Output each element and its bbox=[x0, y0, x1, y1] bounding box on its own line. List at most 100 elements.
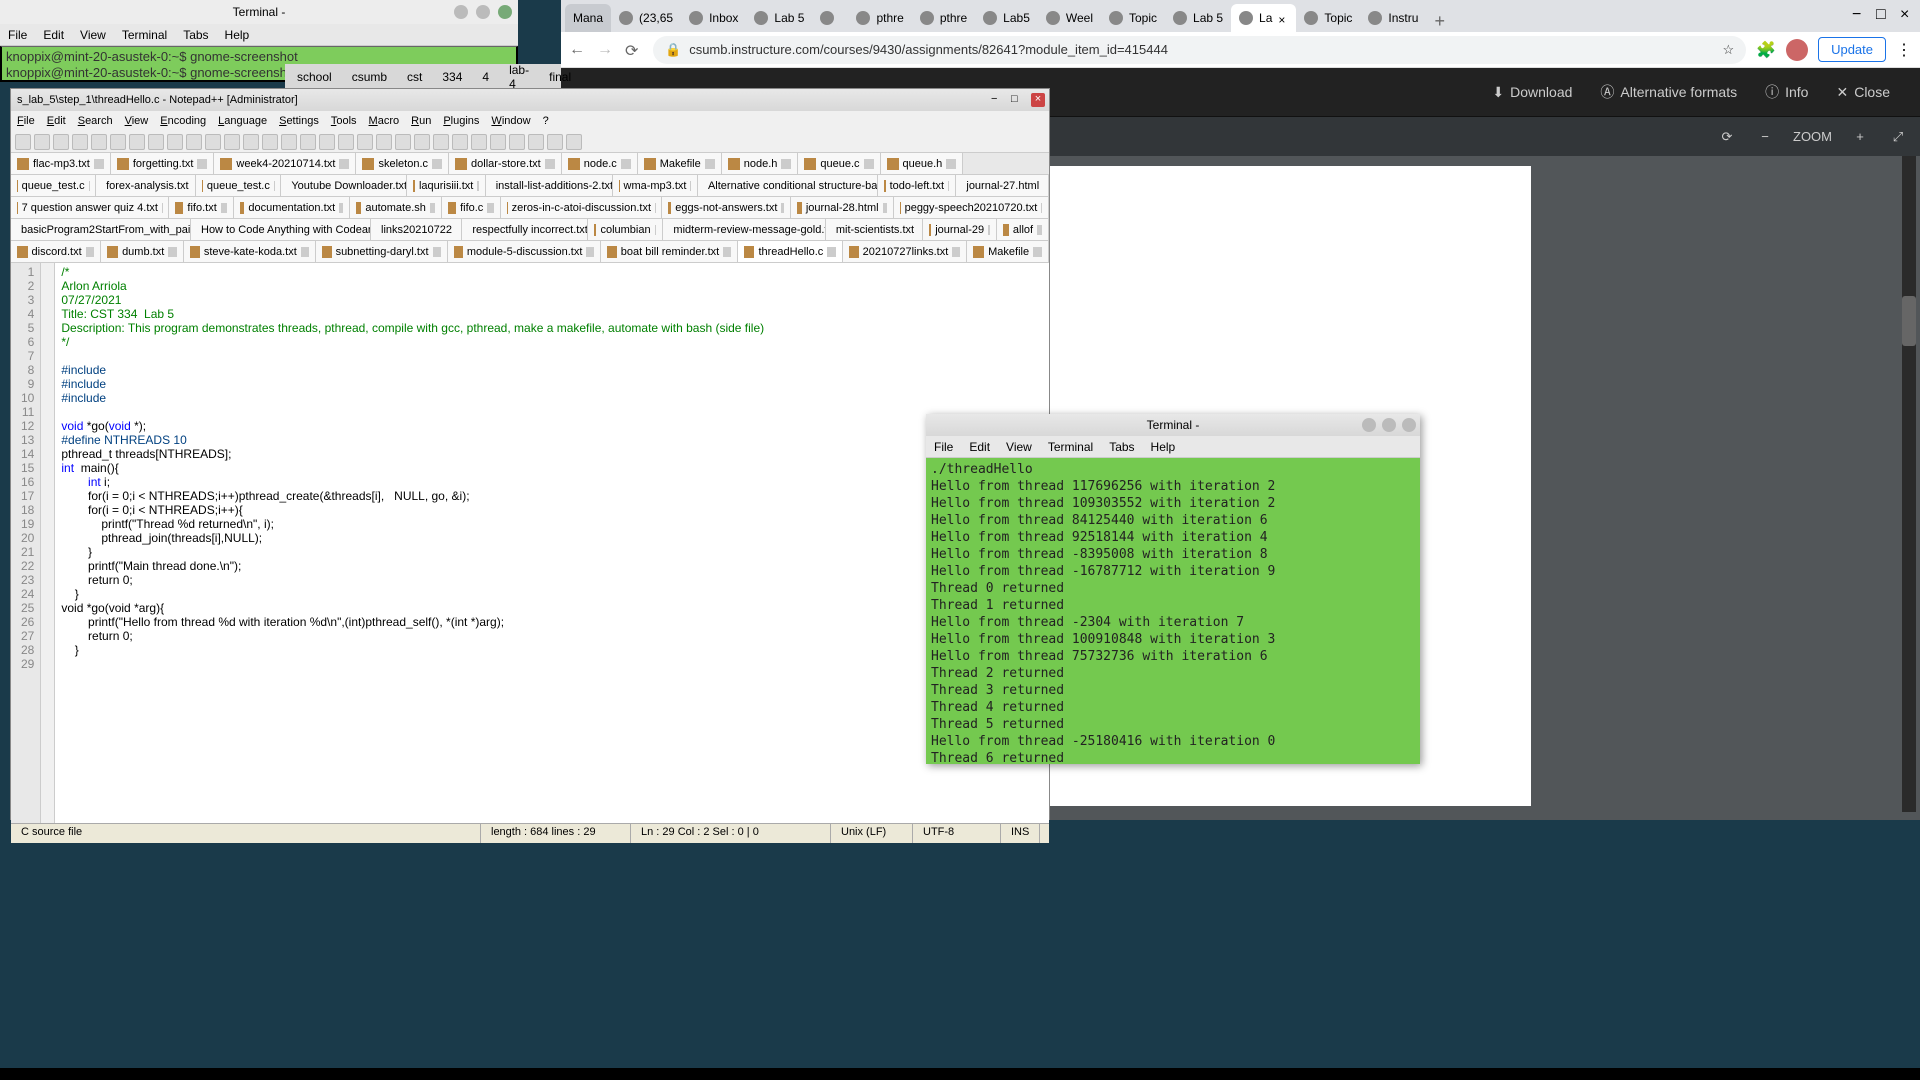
toolbar-icon[interactable] bbox=[395, 134, 411, 150]
menu-item[interactable]: File bbox=[934, 440, 953, 454]
tab-close-icon[interactable] bbox=[1037, 225, 1042, 235]
tab-close-icon[interactable] bbox=[827, 247, 836, 257]
toolbar-icon[interactable] bbox=[15, 134, 31, 150]
bookmark[interactable]: school bbox=[289, 68, 340, 86]
bookmark[interactable]: 4 bbox=[474, 68, 497, 86]
toolbar-icon[interactable] bbox=[186, 134, 202, 150]
manage-tab-stub[interactable]: Mana bbox=[565, 4, 611, 32]
browser-tab[interactable]: Instru bbox=[1360, 4, 1426, 32]
editor-tab[interactable]: dollar-store.txt bbox=[449, 153, 562, 174]
tab-close-icon[interactable] bbox=[477, 181, 478, 191]
editor-tab[interactable]: subnetting-daryl.txt bbox=[316, 241, 448, 262]
editor-tab[interactable]: queue.c bbox=[798, 153, 880, 174]
toolbar-icon[interactable] bbox=[433, 134, 449, 150]
toolbar-icon[interactable] bbox=[53, 134, 69, 150]
menu-item[interactable]: Macro bbox=[369, 115, 400, 127]
tab-close-icon[interactable]: × bbox=[1278, 13, 1288, 23]
menu-item[interactable]: Tools bbox=[331, 115, 357, 127]
browser-tab[interactable]: Inbox bbox=[681, 4, 746, 32]
editor-tab[interactable]: forex-analysis.txt bbox=[96, 175, 196, 196]
tab-close-icon[interactable] bbox=[339, 159, 349, 169]
bookmark[interactable]: csumb bbox=[344, 68, 395, 86]
minimize-icon[interactable] bbox=[1362, 418, 1376, 432]
editor-tab[interactable]: journal-27.html bbox=[956, 175, 1049, 196]
toolbar-icon[interactable] bbox=[490, 134, 506, 150]
menu-item[interactable]: Help bbox=[1151, 440, 1176, 454]
menu-item[interactable]: Edit bbox=[969, 440, 990, 454]
menu-item[interactable]: Terminal bbox=[122, 28, 167, 42]
menu-item[interactable]: View bbox=[80, 28, 106, 42]
tab-close-icon[interactable] bbox=[487, 203, 494, 213]
menu-item[interactable]: Edit bbox=[43, 28, 64, 42]
tab-close-icon[interactable] bbox=[988, 225, 990, 235]
reload-icon[interactable]: ⟳ bbox=[625, 41, 643, 59]
star-icon[interactable]: ☆ bbox=[1723, 42, 1735, 58]
toolbar-icon[interactable] bbox=[167, 134, 183, 150]
toolbar-icon[interactable] bbox=[452, 134, 468, 150]
close-icon[interactable]: × bbox=[1031, 93, 1045, 107]
tab-close-icon[interactable] bbox=[723, 247, 731, 257]
browser-tab[interactable]: Topic bbox=[1296, 4, 1360, 32]
menu-item[interactable]: Encoding bbox=[160, 115, 206, 127]
browser-tab[interactable]: (23,65 bbox=[611, 4, 681, 32]
tab-close-icon[interactable] bbox=[162, 203, 163, 213]
avatar[interactable] bbox=[1786, 39, 1808, 61]
toolbar-icon[interactable] bbox=[319, 134, 335, 150]
toolbar-icon[interactable] bbox=[72, 134, 88, 150]
tab-close-icon[interactable] bbox=[94, 159, 104, 169]
editor-tab[interactable]: flac-mp3.txt bbox=[11, 153, 111, 174]
browser-tab[interactable]: La× bbox=[1231, 4, 1296, 32]
browser-tab[interactable]: Topic bbox=[1101, 4, 1165, 32]
doc-scrollbar[interactable] bbox=[1902, 156, 1916, 812]
maximize-icon[interactable] bbox=[1382, 418, 1396, 432]
url-input[interactable]: 🔒 csumb.instructure.com/courses/9430/ass… bbox=[653, 36, 1746, 64]
menu-item[interactable]: File bbox=[17, 115, 35, 127]
toolbar-icon[interactable] bbox=[509, 134, 525, 150]
tab-close-icon[interactable] bbox=[433, 247, 441, 257]
editor-tab[interactable]: mit-scientists.txt bbox=[826, 219, 923, 240]
tab-close-icon[interactable] bbox=[168, 247, 177, 257]
toolbar-icon[interactable] bbox=[129, 134, 145, 150]
editor-tab[interactable]: install-list-additions-2.txt bbox=[486, 175, 613, 196]
menu-item[interactable]: Settings bbox=[279, 115, 319, 127]
extensions-icon[interactable]: 🧩 bbox=[1756, 40, 1776, 60]
editor-tab[interactable]: 7 question answer quiz 4.txt bbox=[11, 197, 169, 218]
editor-tab[interactable]: queue.h bbox=[881, 153, 964, 174]
editor-tab[interactable]: Makefile bbox=[638, 153, 722, 174]
editor-tab[interactable]: node.c bbox=[562, 153, 638, 174]
editor-tab[interactable]: queue_test.c bbox=[11, 175, 96, 196]
toolbar-icon[interactable] bbox=[148, 134, 164, 150]
toolbar-icon[interactable] bbox=[300, 134, 316, 150]
editor-tab[interactable]: journal-29 bbox=[923, 219, 997, 240]
editor-tab[interactable]: allof bbox=[997, 219, 1049, 240]
editor-tab[interactable]: respectfully incorrect.txt bbox=[462, 219, 588, 240]
toolbar-icon[interactable] bbox=[471, 134, 487, 150]
zoom-out-icon[interactable]: − bbox=[1755, 129, 1775, 144]
menu-item[interactable]: View bbox=[125, 115, 149, 127]
maximize-icon[interactable]: □ bbox=[1011, 93, 1025, 107]
tab-close-icon[interactable] bbox=[586, 247, 594, 257]
browser-tab[interactable]: pthre bbox=[912, 4, 975, 32]
toolbar-icon[interactable] bbox=[91, 134, 107, 150]
editor-tab[interactable]: midterm-review-message-gold.txt bbox=[663, 219, 825, 240]
tab-close-icon[interactable] bbox=[864, 159, 874, 169]
toolbar-icon[interactable] bbox=[547, 134, 563, 150]
editor-tab[interactable]: Alternative conditional structure-backup… bbox=[698, 175, 878, 196]
toolbar-icon[interactable] bbox=[338, 134, 354, 150]
toolbar-icon[interactable] bbox=[243, 134, 259, 150]
toolbar-icon[interactable] bbox=[376, 134, 392, 150]
tab-close-icon[interactable] bbox=[621, 159, 631, 169]
terminal-body[interactable]: ./threadHello Hello from thread 11769625… bbox=[926, 458, 1420, 764]
toolbar-icon[interactable] bbox=[110, 134, 126, 150]
alt-formats-button[interactable]: ⒶAlternative formats bbox=[1600, 82, 1737, 102]
tab-close-icon[interactable] bbox=[1041, 203, 1042, 213]
editor-tab[interactable]: automate.sh bbox=[350, 197, 442, 218]
close-icon[interactable] bbox=[1402, 418, 1416, 432]
browser-tab[interactable]: Lab 5 bbox=[1165, 4, 1231, 32]
toolbar-icon[interactable] bbox=[262, 134, 278, 150]
fullscreen-icon[interactable]: ⤢ bbox=[1888, 129, 1908, 145]
tab-close-icon[interactable] bbox=[545, 159, 555, 169]
refresh-icon[interactable]: ⟳ bbox=[1717, 129, 1737, 145]
tab-close-icon[interactable] bbox=[946, 159, 956, 169]
code-area[interactable]: /* Arlon Arriola 07/27/2021 Title: CST 3… bbox=[55, 263, 1049, 823]
